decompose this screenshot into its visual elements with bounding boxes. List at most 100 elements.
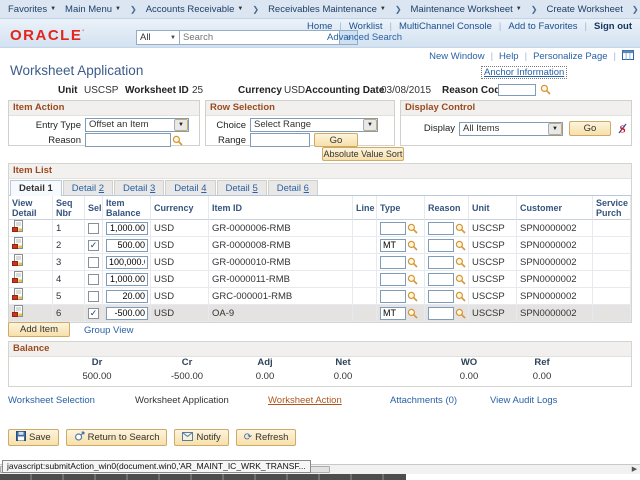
range-input[interactable] <box>250 133 310 147</box>
search-input[interactable] <box>180 30 340 45</box>
select-checkbox[interactable]: ✓ <box>88 308 99 319</box>
search-scope-select[interactable]: All ▼ <box>136 30 180 45</box>
reason-input[interactable] <box>428 256 454 269</box>
currency: USD <box>151 288 209 305</box>
group-view-link[interactable]: Group View <box>84 325 133 336</box>
breadcrumb-item-receivables-maintenance[interactable]: Receivables Maintenance▼ <box>268 4 386 15</box>
range-go-button[interactable]: Go <box>314 133 358 147</box>
item-balance-input[interactable] <box>106 256 148 269</box>
view-detail-button[interactable] <box>12 305 24 321</box>
chevron-down-icon: ▼ <box>174 119 188 131</box>
reason-input[interactable] <box>428 307 454 320</box>
footer-link-attachments0[interactable]: Attachments (0) <box>390 395 457 406</box>
tab-detail-5[interactable]: Detail 5 <box>217 180 267 195</box>
absolute-value-sort-button[interactable]: Absolute Value Sort <box>322 147 404 161</box>
tab-detail-2[interactable]: Detail 2 <box>63 180 113 195</box>
select-checkbox[interactable] <box>88 257 99 268</box>
sign-out-link[interactable]: Sign out <box>594 21 632 32</box>
reason-lookup-icon[interactable] <box>455 308 466 319</box>
copy-url-icon[interactable] <box>622 50 634 63</box>
tab-detail-6[interactable]: Detail 6 <box>268 180 318 195</box>
view-detail-cell <box>9 305 53 322</box>
breadcrumb-item-main-menu[interactable]: Main Menu▼ <box>65 4 121 15</box>
header-link-home[interactable]: Home <box>307 21 332 32</box>
type-lookup-icon[interactable] <box>407 240 418 251</box>
notify-button[interactable]: Notify <box>174 429 228 446</box>
item-balance-input[interactable] <box>106 239 148 252</box>
column-header-line: Line <box>353 196 377 220</box>
breadcrumb-item-maintenance-worksheet[interactable]: Maintenance Worksheet▼ <box>411 4 522 15</box>
view-detail-button[interactable] <box>12 254 24 270</box>
type-lookup-icon[interactable] <box>407 223 418 234</box>
reason-lookup-icon[interactable] <box>172 135 183 146</box>
type-lookup-icon[interactable] <box>407 291 418 302</box>
reason-input[interactable] <box>428 273 454 286</box>
item-balance-input[interactable] <box>106 273 148 286</box>
view-detail-button[interactable] <box>12 237 24 253</box>
reason-lookup-icon[interactable] <box>455 291 466 302</box>
item-balance-input[interactable] <box>106 290 148 303</box>
utility-link-personalize-page[interactable]: Personalize Page <box>533 51 607 62</box>
type-input[interactable] <box>380 239 406 252</box>
choice-label: Choice <box>208 120 246 131</box>
tab-detail-4[interactable]: Detail 4 <box>165 180 215 195</box>
display-select[interactable]: All Items ▼ <box>459 122 563 136</box>
save-button[interactable]: Save <box>8 429 59 446</box>
return-to-search-button[interactable]: Return to Search <box>66 429 168 446</box>
breadcrumb-item-accounts-receivable[interactable]: Accounts Receivable▼ <box>146 4 244 15</box>
type-lookup-icon[interactable] <box>407 257 418 268</box>
header-link-worklist[interactable]: Worklist <box>349 21 383 32</box>
add-item-button[interactable]: Add Item <box>8 322 70 337</box>
currency-symbol-icon[interactable]: S <box>616 122 629 135</box>
tab-detail-1[interactable]: Detail 1 <box>10 180 62 196</box>
refresh-button[interactable]: ⟳ Refresh <box>236 429 297 446</box>
reason-lookup-icon[interactable] <box>455 257 466 268</box>
scrollbar-right-arrow[interactable]: ▶ <box>630 465 639 474</box>
entry-type-select[interactable]: Offset an Item ▼ <box>85 118 189 132</box>
reason-lookup-icon[interactable] <box>455 240 466 251</box>
utility-link-help[interactable]: Help <box>499 51 519 62</box>
type-input[interactable] <box>380 290 406 303</box>
breadcrumb-item-favorites[interactable]: Favorites▼ <box>8 4 56 15</box>
view-detail-button[interactable] <box>12 271 24 287</box>
choice-select[interactable]: Select Range ▼ <box>250 118 378 132</box>
item-balance-input[interactable] <box>106 307 148 320</box>
type-input[interactable] <box>380 222 406 235</box>
balance-ref: Ref0.00 <box>500 357 584 382</box>
display-go-button[interactable]: Go <box>569 121 611 136</box>
select-checkbox[interactable] <box>88 274 99 285</box>
reason-input[interactable] <box>428 239 454 252</box>
footer-link-worksheetaction[interactable]: Worksheet Action <box>268 395 342 406</box>
item-action-reason-input[interactable] <box>85 133 171 147</box>
view-detail-button[interactable] <box>12 220 24 236</box>
type-lookup-icon[interactable] <box>407 308 418 319</box>
item-list-title: Item List <box>9 164 631 179</box>
select-checkbox[interactable] <box>88 223 99 234</box>
select-checkbox[interactable] <box>88 291 99 302</box>
type-input[interactable] <box>380 307 406 320</box>
type-input[interactable] <box>380 273 406 286</box>
header-link-multichannel-console[interactable]: MultiChannel Console <box>399 21 492 32</box>
footer-link-viewauditlogs[interactable]: View Audit Logs <box>490 395 557 406</box>
reason-code-input[interactable] <box>498 84 536 96</box>
reason-input[interactable] <box>428 222 454 235</box>
utility-link-new-window[interactable]: New Window <box>429 51 484 62</box>
item-balance-input[interactable] <box>106 222 148 235</box>
reason-lookup-icon[interactable] <box>455 274 466 285</box>
type-cell <box>377 254 425 271</box>
type-lookup-icon[interactable] <box>407 274 418 285</box>
type-input[interactable] <box>380 256 406 269</box>
unit: USCSP <box>469 271 517 288</box>
header-link-add-to-favorites[interactable]: Add to Favorites <box>508 21 577 32</box>
tab-detail-3[interactable]: Detail 3 <box>114 180 164 195</box>
anchor-information-link[interactable]: Anchor Information <box>481 66 567 79</box>
select-checkbox[interactable]: ✓ <box>88 240 99 251</box>
reason-code-lookup-icon[interactable] <box>540 84 551 98</box>
breadcrumb-item-create-worksheet[interactable]: Create Worksheet <box>546 4 622 15</box>
seq-nbr: 5 <box>53 288 85 305</box>
advanced-search-link[interactable]: Advanced Search <box>327 32 402 43</box>
reason-input[interactable] <box>428 290 454 303</box>
view-detail-button[interactable] <box>12 288 24 304</box>
footer-link-worksheetselection[interactable]: Worksheet Selection <box>8 395 95 406</box>
reason-lookup-icon[interactable] <box>455 223 466 234</box>
